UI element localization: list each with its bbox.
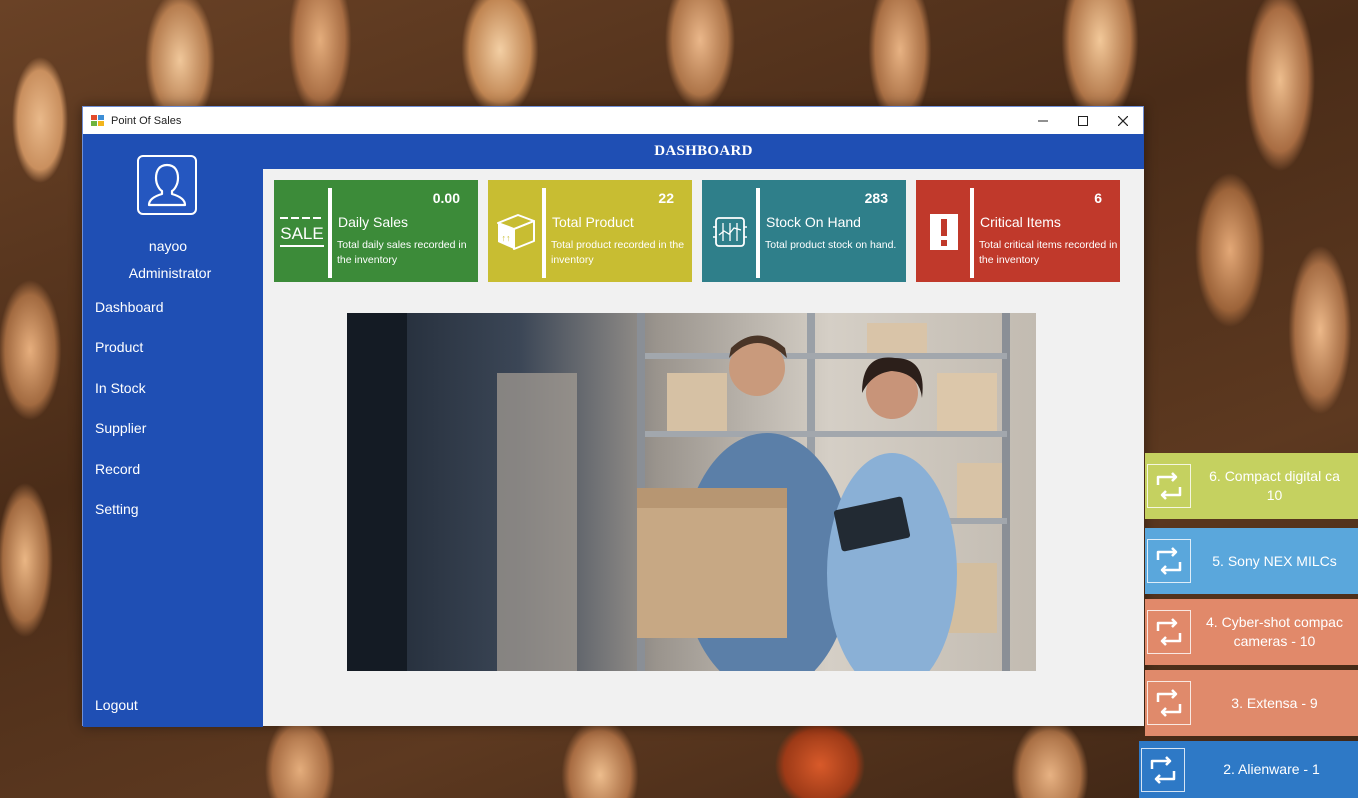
- user-role: Administrator: [128, 265, 212, 281]
- critical-items-value: 6: [1094, 190, 1102, 206]
- notification-item[interactable]: 6. Compact digital ca 10: [1145, 453, 1358, 519]
- repeat-icon: [1141, 747, 1185, 792]
- svg-text:↑↑: ↑↑: [502, 233, 511, 243]
- daily-sales-desc: Total daily sales recorded in the invent…: [337, 239, 467, 266]
- daily-sales-value: 0.00: [432, 190, 460, 206]
- critical-items-label: Critical Items: [980, 214, 1061, 230]
- nav-item-setting[interactable]: Setting: [95, 499, 164, 539]
- nav-item-supplier[interactable]: Supplier: [95, 418, 164, 458]
- sidebar-nav: Dashboard Product In Stock Supplier Reco…: [95, 297, 164, 539]
- repeat-icon: [1147, 681, 1191, 725]
- card-divider: [542, 188, 546, 278]
- daily-sales-card[interactable]: SALE 0.00 Daily Sales Total daily sales …: [274, 180, 478, 282]
- close-button[interactable]: [1103, 107, 1143, 134]
- app-window: Point Of Sales nayoo Administrator Dashb…: [82, 106, 1144, 727]
- card-divider: [328, 188, 332, 278]
- minimize-button[interactable]: [1023, 107, 1063, 134]
- main-panel: DASHBOARD SALE 0.00 Daily Sales Total da…: [263, 134, 1144, 726]
- stock-on-hand-value: 283: [864, 190, 888, 206]
- svg-text:SALE: SALE: [280, 224, 323, 243]
- box-icon: ↑↑: [492, 210, 540, 254]
- repeat-icon: [1147, 610, 1191, 654]
- page-title: DASHBOARD: [263, 134, 1144, 169]
- notification-item[interactable]: 3. Extensa - 9: [1145, 670, 1358, 736]
- nav-item-record[interactable]: Record: [95, 459, 164, 499]
- user-name: nayoo: [148, 238, 188, 254]
- notification-item[interactable]: 5. Sony NEX MILCs: [1145, 528, 1358, 594]
- stock-on-hand-label: Stock On Hand: [766, 214, 861, 230]
- sale-tag-icon: SALE: [278, 210, 326, 254]
- notification-item[interactable]: 4. Cyber-shot compac cameras - 10: [1145, 599, 1358, 665]
- warning-icon: [920, 210, 968, 254]
- total-product-desc: Total product recorded in the inventory: [551, 239, 685, 266]
- daily-sales-label: Daily Sales: [338, 214, 409, 230]
- card-divider: [756, 188, 760, 278]
- repeat-icon: [1147, 464, 1191, 508]
- repeat-icon: [1147, 539, 1191, 583]
- maximize-button[interactable]: [1063, 107, 1103, 134]
- total-product-value: 22: [658, 190, 674, 206]
- maximize-icon: [1078, 115, 1088, 126]
- app-logo-icon: [91, 114, 105, 127]
- warehouse-photo: [347, 313, 1036, 671]
- stock-chart-icon: [706, 210, 754, 254]
- title-bar[interactable]: Point Of Sales: [83, 107, 1143, 134]
- stock-on-hand-desc: Total product stock on hand.: [765, 239, 897, 251]
- minimize-icon: [1038, 120, 1048, 121]
- notification-text: 2. Alienware - 1: [1223, 761, 1320, 777]
- logout-button[interactable]: Logout: [95, 697, 138, 713]
- notification-text: 6. Compact digital ca 10: [1209, 468, 1340, 503]
- window-controls: [1023, 107, 1143, 134]
- stock-on-hand-card[interactable]: 283 Stock On Hand Total product stock on…: [702, 180, 906, 282]
- close-icon: [1118, 115, 1128, 126]
- nav-item-dashboard[interactable]: Dashboard: [95, 297, 164, 337]
- notification-text: 5. Sony NEX MILCs: [1212, 552, 1337, 569]
- notification-text: 4. Cyber-shot compac cameras - 10: [1206, 614, 1343, 649]
- user-avatar-icon[interactable]: [137, 155, 197, 215]
- nav-item-product[interactable]: Product: [95, 337, 164, 377]
- critical-items-card[interactable]: 6 Critical Items Total critical items re…: [916, 180, 1120, 282]
- sidebar: nayoo Administrator Dashboard Product In…: [83, 134, 263, 727]
- notification-text: 3. Extensa - 9: [1231, 694, 1318, 711]
- card-divider: [970, 188, 974, 278]
- nav-item-in-stock[interactable]: In Stock: [95, 378, 164, 418]
- critical-items-desc: Total critical items recorded in the inv…: [979, 239, 1118, 266]
- notification-item[interactable]: 2. Alienware - 1: [1139, 741, 1358, 798]
- total-product-card[interactable]: ↑↑ 22 Total Product Total product record…: [488, 180, 692, 282]
- window-title: Point Of Sales: [111, 114, 182, 127]
- total-product-label: Total Product: [552, 214, 634, 230]
